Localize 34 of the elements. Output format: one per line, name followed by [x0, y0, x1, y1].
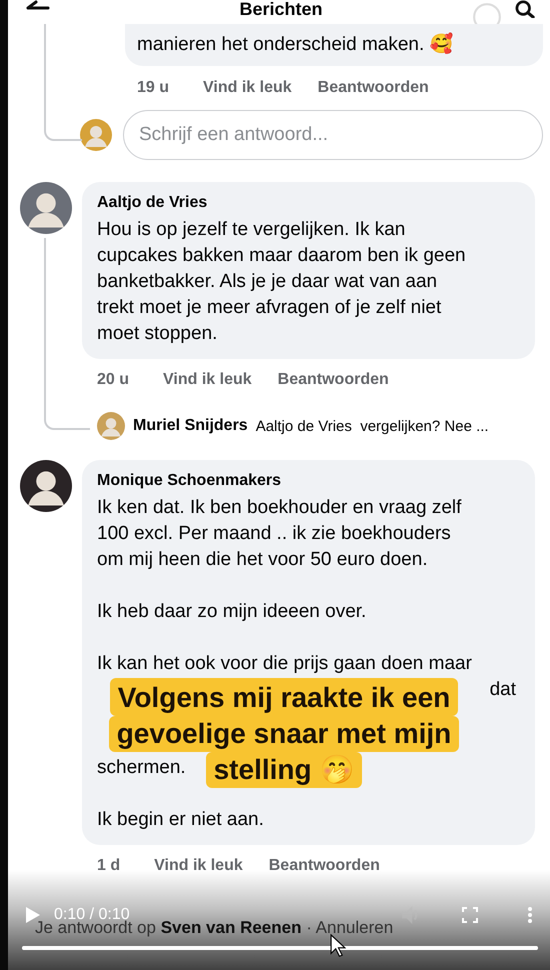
comment-text: Ik begin er niet aan. [97, 808, 264, 832]
reply-preview[interactable]: Aaltjo de Vries vergelijken? Nee ... [256, 418, 489, 434]
reply-link[interactable]: Beantwoorden [278, 370, 389, 390]
volume-icon[interactable] [402, 906, 418, 924]
like-link[interactable]: Vind ik leuk [203, 78, 292, 98]
avatar-icon[interactable] [20, 460, 72, 512]
comment-text: manieren het onderscheid maken. 🥰 [137, 32, 454, 57]
fullscreen-icon[interactable] [462, 907, 478, 923]
reply-link[interactable]: Beantwoorden [318, 78, 429, 98]
comment-time: 1 d [97, 856, 120, 876]
comment-text: Ik ken dat. Ik ben boekhouder en vraag zelf 100 excl. Per maand .. ik zie boekhouders om mij heen die het voor 50 euro doen. [97, 496, 462, 572]
like-link[interactable]: Vind ik leuk [154, 856, 243, 876]
like-link[interactable]: Vind ik leuk [163, 370, 252, 390]
comment-text: dat [490, 678, 516, 702]
caption-text: Volgens mij raakte ik een [110, 678, 458, 716]
reply-link[interactable]: Beantwoorden [268, 856, 380, 876]
page-title: Berichten [238, 0, 324, 18]
caption-text: gevoelige snaar met mijn [108, 716, 460, 752]
reply-field[interactable]: Schrijf een antwoord... [123, 110, 543, 160]
comment-author[interactable]: Aaltjo de Vries [97, 193, 520, 213]
search-icon[interactable] [514, 0, 536, 18]
back-arrow-icon[interactable] [24, 0, 50, 12]
reply-to-text: Je antwoordt op Sven van Reenen · Annuleren [35, 918, 394, 938]
comment-text: Hou is op jezelf te vergelijken. Ik kan cupcakes bakken maar daarom ben ik geen banketbakker. Als je je daar wat van aan trekt moet je meer afvragen of je zelf niet moet stoppen. [97, 218, 466, 346]
comment-time: 20 u [97, 370, 130, 390]
more-icon[interactable] [528, 907, 532, 923]
comment-time: 19 u [137, 78, 170, 98]
comment-text: Ik heb daar zo mijn ideeen over. [97, 600, 366, 624]
mouse-cursor-icon [330, 934, 346, 958]
comment-text: Ik kan het ook voor die prijs gaan doen maar [97, 652, 472, 676]
reply-author[interactable]: Muriel Snijders [133, 417, 248, 435]
play-icon[interactable] [26, 907, 40, 923]
comment-author[interactable]: Monique Schoenmakers [97, 471, 520, 491]
comment-text: schermen. [97, 756, 186, 780]
